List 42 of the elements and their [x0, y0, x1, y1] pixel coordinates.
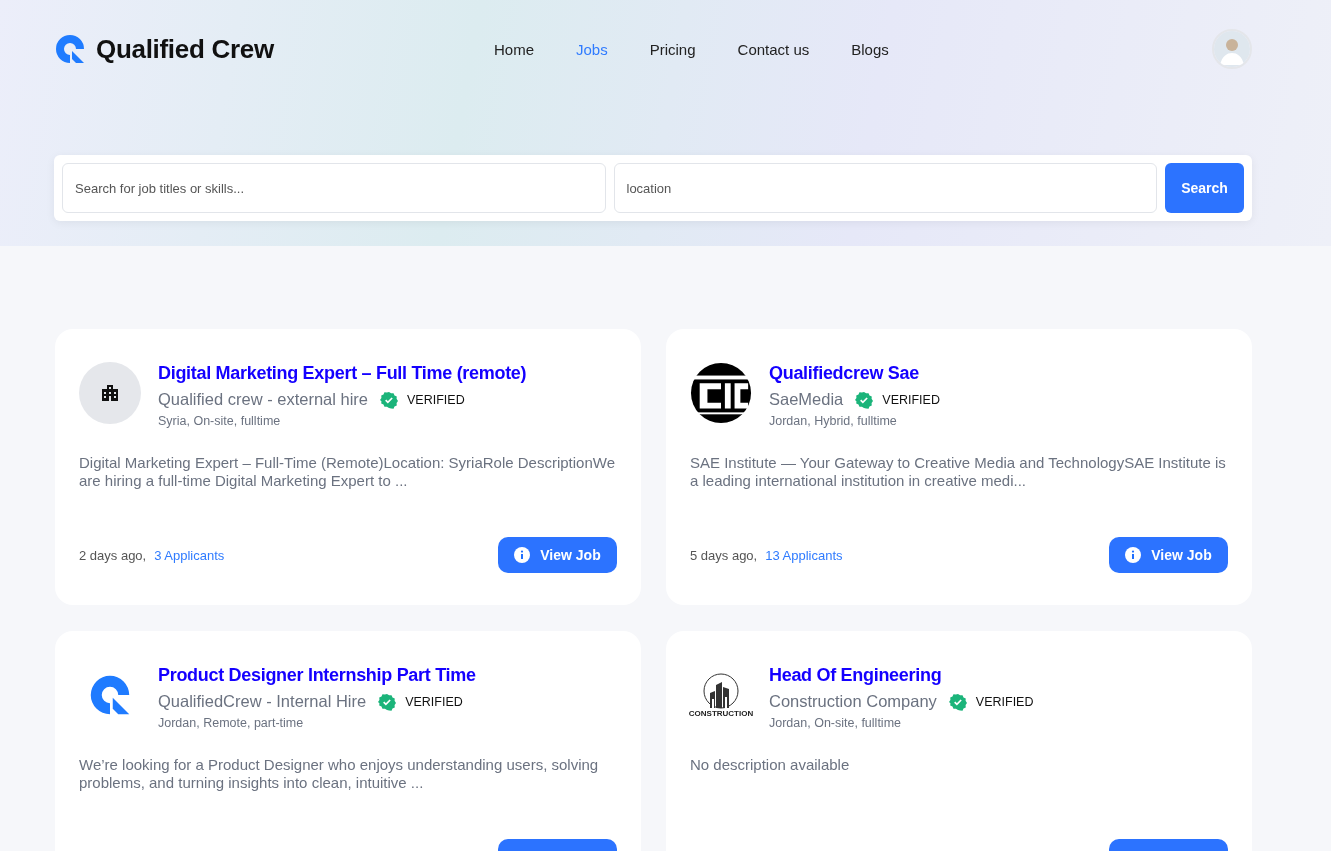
verified-label: VERIFIED — [407, 392, 465, 407]
view-job-button[interactable]: View Job — [498, 537, 617, 573]
info-icon — [1125, 547, 1142, 563]
company-name: Construction Company — [769, 692, 937, 711]
company-logo — [88, 673, 132, 717]
company-name: QualifiedCrew - Internal Hire — [158, 692, 367, 711]
view-job-button[interactable]: View Job — [1109, 537, 1228, 573]
company-logo — [690, 362, 752, 424]
info-icon — [514, 547, 531, 563]
search-field[interactable]: Search for job titles or skills... — [62, 163, 606, 213]
job-description: We’re looking for a Product Designer who enjoys understanding users, solving problems, and turning insights into clean, intuitive ... — [79, 756, 600, 792]
brand-name[interactable]: Qualified Crew — [96, 33, 274, 65]
job-title-link[interactable]: Head Of Engineering — [769, 664, 1034, 686]
verified-label: VERIFIED — [975, 694, 1034, 709]
job-description: SAE Institute — Your Gateway to Creative Media and TechnologySAE Institute is a leading international institution in creative medi... — [690, 454, 1227, 490]
verified-label: VERIFIED — [405, 694, 463, 709]
job-location: Jordan, Hybrid, fulltime — [769, 414, 898, 428]
job-location: Jordan, Remote, part-time — [158, 716, 305, 730]
building-icon — [100, 383, 120, 403]
verified-label: VERIFIED — [882, 392, 940, 407]
nav-link[interactable]: Contact us — [737, 40, 810, 58]
job-description: No description available — [690, 756, 851, 774]
company-name: Qualified crew - external hire — [158, 390, 368, 409]
job-title-link[interactable]: Qualifiedcrew Sae — [769, 362, 940, 384]
company-name: SaeMedia — [769, 390, 844, 409]
nav-link[interactable]: Pricing — [649, 40, 696, 58]
posted-time: 5 days ago, — [690, 547, 758, 563]
posted-time: 2 days ago, — [79, 547, 147, 563]
search-button[interactable]: Search — [1165, 163, 1244, 213]
job-description: Digital Marketing Expert – Full-Time (Remote)Location: SyriaRole DescriptionWe are hiring a full-time Digital Marketing Expert to ... — [79, 454, 617, 490]
logo-icon — [54, 33, 86, 65]
applicants-link[interactable]: 13 Applicants — [765, 547, 843, 563]
applicants-link[interactable]: 3 Applicants — [154, 547, 225, 563]
job-location: Jordan, On-site, fulltime — [769, 716, 902, 730]
building-icon — [701, 672, 741, 709]
nav-link[interactable]: Blogs — [851, 40, 889, 58]
job-title-link[interactable]: Product Designer Internship Part Time — [158, 664, 476, 686]
job-title-link[interactable]: Digital Marketing Expert – Full Time (remote) — [158, 362, 527, 384]
nav-link[interactable]: Home — [494, 40, 534, 58]
logo-text: CONSTRUCTION — [688, 708, 754, 718]
location-field[interactable]: location — [613, 163, 1157, 213]
job-location: Syria, On-site, fulltime — [158, 414, 282, 428]
